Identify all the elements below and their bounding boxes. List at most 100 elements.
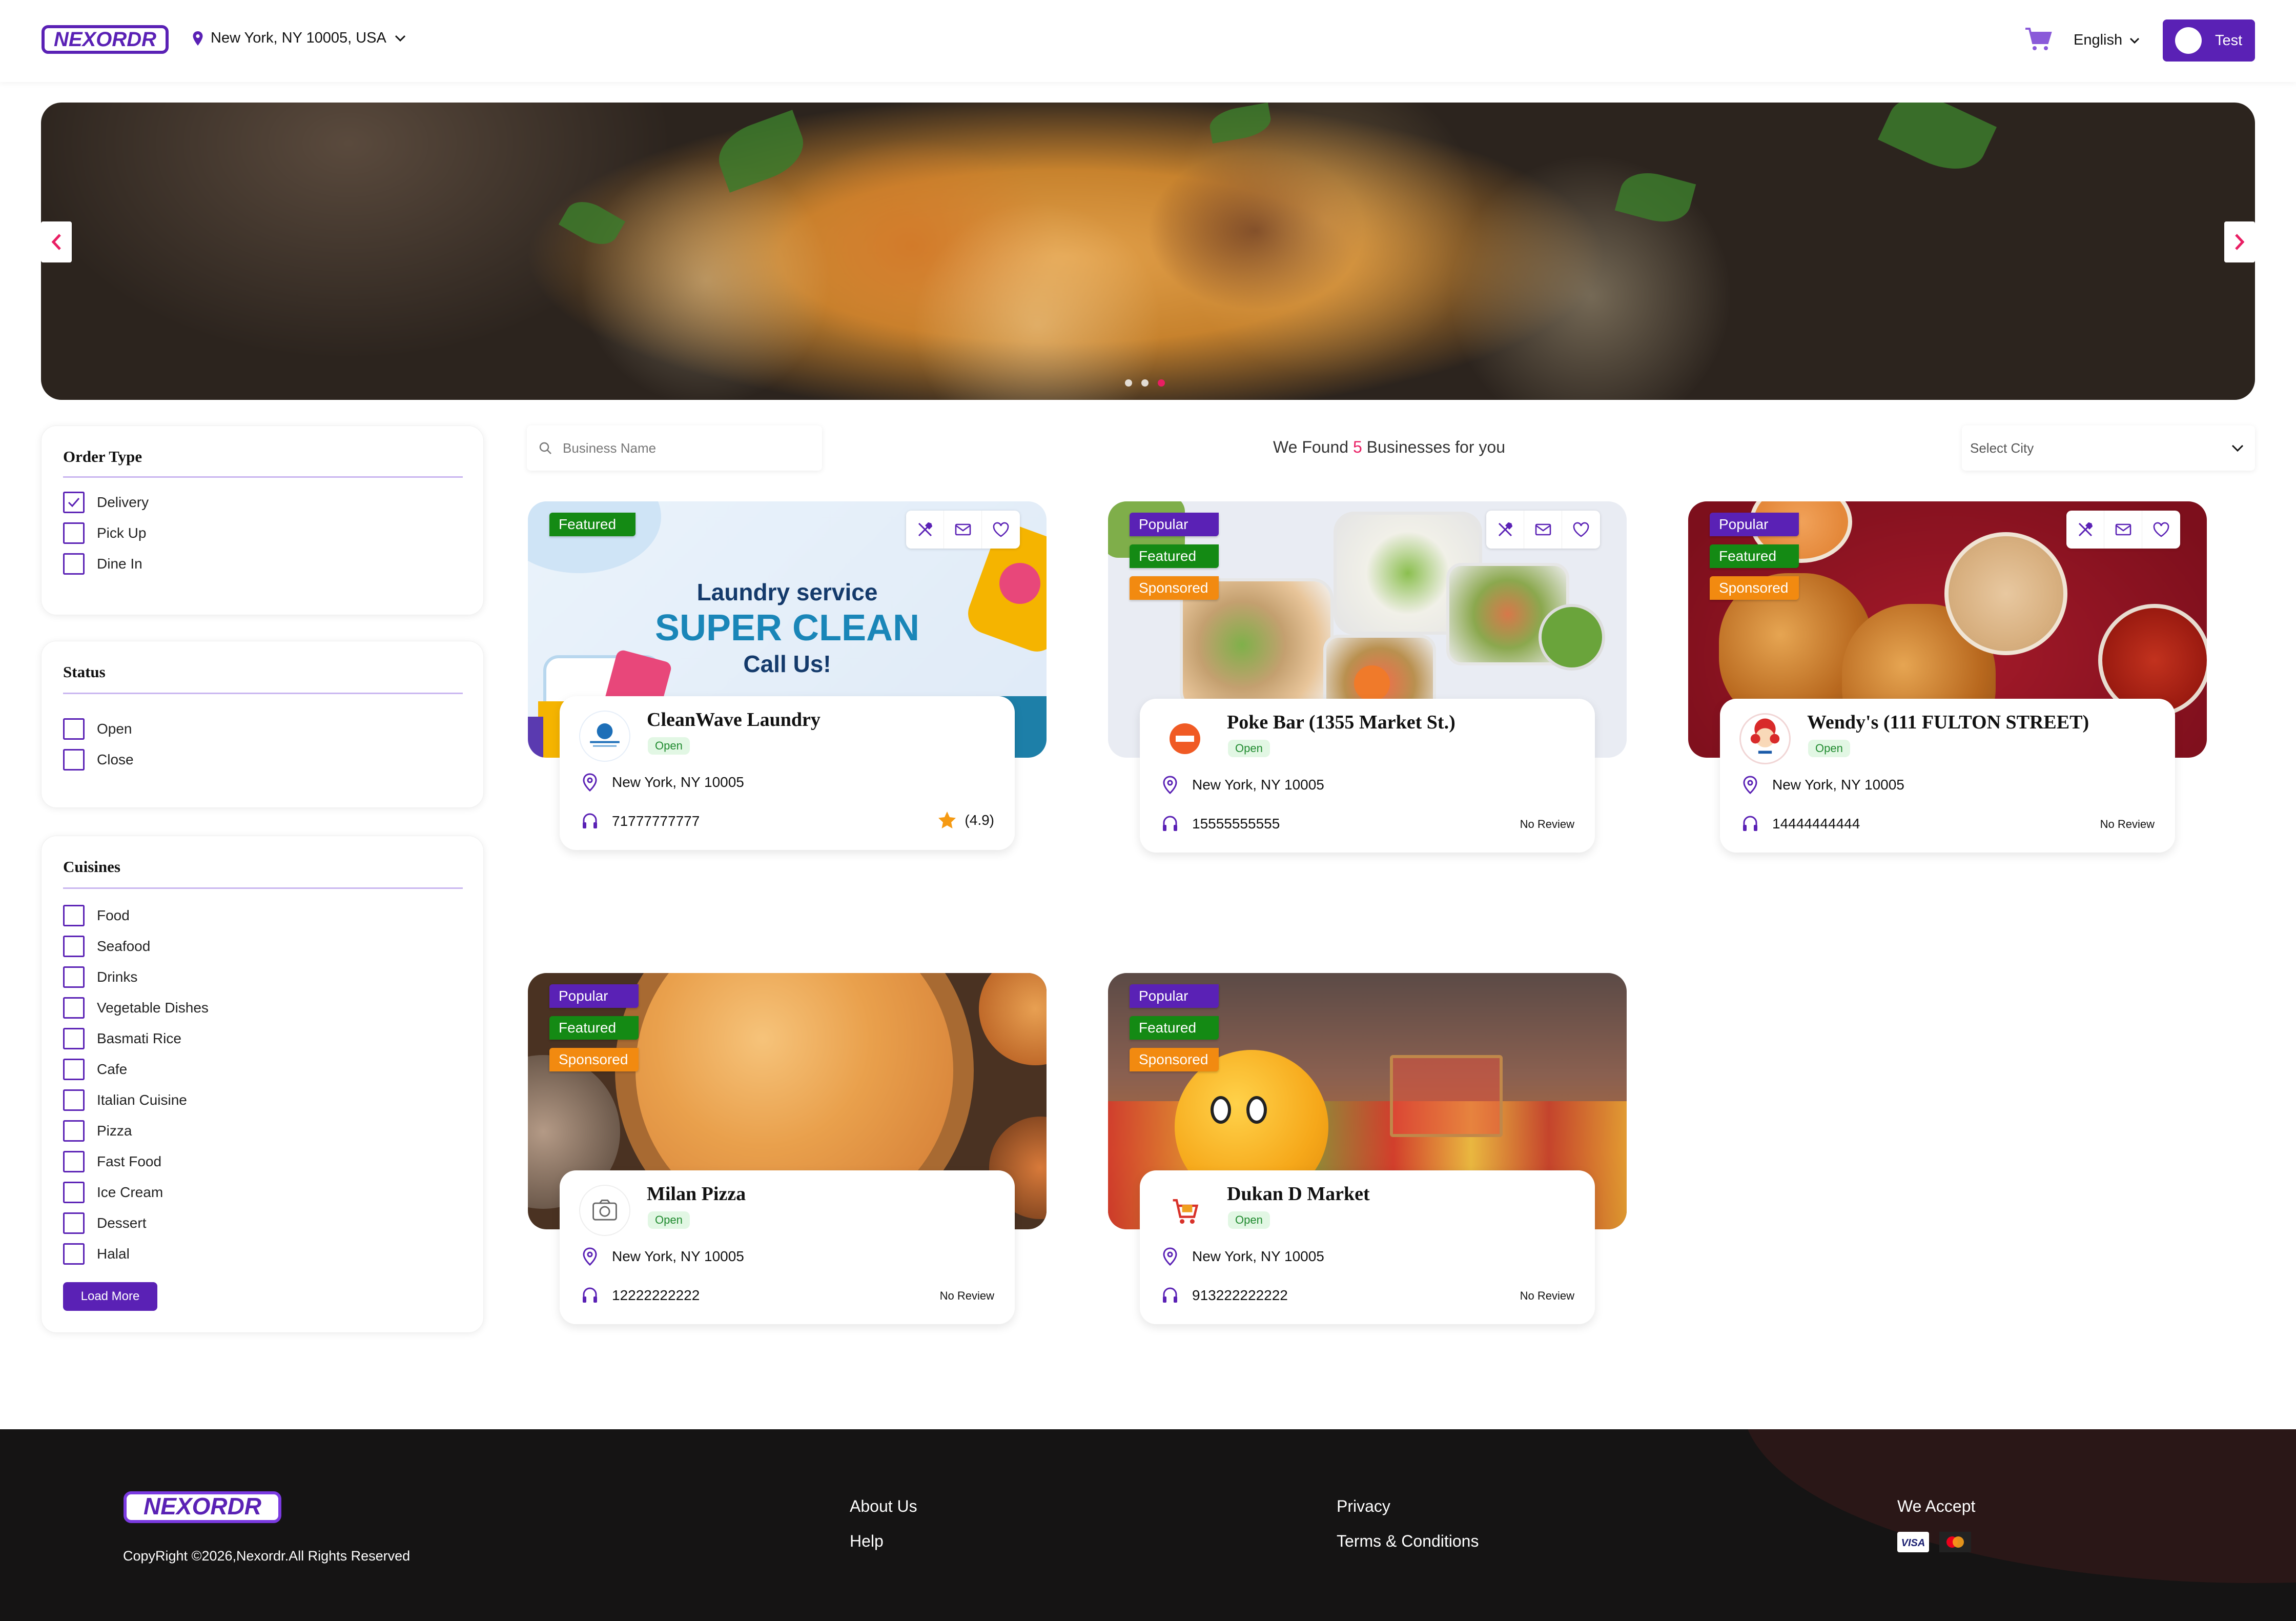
checkbox[interactable] — [63, 1182, 85, 1203]
market-logo-icon — [1173, 1199, 1199, 1224]
user-account-button[interactable]: Test — [2163, 19, 2255, 62]
business-card[interactable]: Popular Featured Sponsored Dukan D Marke… — [1108, 973, 1627, 1342]
message-button[interactable] — [2104, 511, 2142, 549]
pagination-dot[interactable] — [1125, 379, 1132, 387]
message-button[interactable] — [944, 511, 982, 549]
checkbox[interactable] — [63, 1089, 85, 1111]
banner-prev-button[interactable] — [41, 221, 72, 262]
checkbox[interactable] — [63, 749, 85, 771]
business-name[interactable]: CleanWave Laundry — [647, 708, 821, 731]
business-phone: 14444444444 — [1741, 815, 1860, 833]
business-name[interactable]: Dukan D Market — [1227, 1183, 1370, 1205]
favorite-button[interactable] — [982, 511, 1020, 549]
checkbox[interactable] — [63, 997, 85, 1019]
checkbox[interactable] — [63, 1028, 85, 1049]
filter-option-cuisine[interactable]: Drinks — [63, 966, 137, 988]
featured-badge: Featured — [1130, 1016, 1219, 1040]
business-name[interactable]: Wendy's (111 FULTON STREET) — [1807, 711, 2089, 734]
cover-decoration — [528, 717, 543, 758]
phone-text: 913222222222 — [1192, 1287, 1288, 1303]
footer-decoration — [1742, 1429, 2296, 1583]
filter-option-cuisine[interactable]: Pizza — [63, 1120, 132, 1142]
checkbox[interactable] — [63, 1120, 85, 1142]
checkbox[interactable] — [63, 718, 85, 740]
filter-option-pick-up[interactable]: Pick Up — [63, 522, 146, 544]
business-logo — [1159, 713, 1211, 764]
badge-stack: Popular Featured Sponsored — [1130, 513, 1219, 600]
order-type-filter: Order Type Delivery Pick Up Dine In — [41, 425, 484, 615]
filter-option-cuisine[interactable]: Food — [63, 905, 130, 926]
headset-icon — [1163, 816, 1177, 831]
mail-icon — [2115, 523, 2131, 536]
search-input[interactable] — [563, 440, 809, 456]
filter-option-cuisine[interactable]: Vegetable Dishes — [63, 997, 209, 1019]
nexordr-logo[interactable]: NEXORDR — [41, 22, 169, 57]
filter-option-cuisine[interactable]: Dessert — [63, 1212, 146, 1234]
checkbox[interactable] — [63, 1212, 85, 1234]
business-card[interactable]: Laundry service SUPER CLEAN Call Us! Fea… — [528, 501, 1047, 870]
dine-in-button[interactable] — [2066, 511, 2104, 549]
pagination-dot-active[interactable] — [1158, 379, 1165, 387]
filter-option-cuisine[interactable]: Italian Cuisine — [63, 1089, 187, 1111]
filter-option-cuisine[interactable]: Seafood — [63, 936, 150, 957]
checkbox[interactable] — [63, 905, 85, 926]
banner-next-button[interactable] — [2224, 221, 2255, 262]
favorite-button[interactable] — [1562, 511, 1600, 549]
business-name[interactable]: Poke Bar (1355 Market St.) — [1227, 711, 1455, 734]
svg-text:VISA: VISA — [1901, 1537, 1925, 1549]
nexordr-logo[interactable]: NEXORDR — [123, 1488, 282, 1527]
business-phone: 71777777777 — [581, 812, 700, 830]
filter-option-cuisine[interactable]: Cafe — [63, 1059, 127, 1080]
location-selector[interactable]: New York, NY 10005, USA — [192, 30, 406, 47]
headset-icon — [583, 1287, 597, 1303]
filter-option-cuisine[interactable]: Halal — [63, 1243, 130, 1265]
favorite-button[interactable] — [2142, 511, 2180, 549]
language-selector[interactable]: English — [2074, 32, 2140, 49]
checkbox[interactable] — [63, 553, 85, 575]
dine-in-button[interactable] — [906, 511, 944, 549]
message-button[interactable] — [1524, 511, 1562, 549]
utensils-icon — [2078, 522, 2093, 537]
filter-option-cuisine[interactable]: Fast Food — [63, 1151, 161, 1172]
user-name: Test — [2215, 32, 2243, 49]
filter-option-close[interactable]: Close — [63, 749, 134, 771]
checkbox[interactable] — [63, 1243, 85, 1265]
filter-label: Food — [97, 907, 130, 923]
banner-pagination — [1125, 379, 1165, 387]
business-logo — [1159, 1185, 1211, 1236]
pagination-dot[interactable] — [1141, 379, 1149, 387]
checkbox-checked[interactable] — [63, 492, 85, 513]
filter-option-delivery[interactable]: Delivery — [63, 492, 149, 513]
business-search[interactable] — [527, 425, 822, 471]
divider — [63, 693, 463, 694]
checkbox[interactable] — [63, 1151, 85, 1172]
address-text: New York, NY 10005 — [1772, 777, 1904, 793]
footer-link-privacy[interactable]: Privacy — [1337, 1497, 1390, 1516]
status-badge: Open — [1228, 740, 1270, 757]
checkbox[interactable] — [63, 1059, 85, 1080]
business-card[interactable]: Popular Featured Sponsored Wendy's (111 … — [1688, 501, 2207, 870]
business-name[interactable]: Milan Pizza — [647, 1183, 746, 1205]
cart-icon[interactable] — [2024, 27, 2052, 51]
card-actions — [2066, 511, 2180, 549]
footer-link-terms[interactable]: Terms & Conditions — [1337, 1532, 1479, 1551]
cover-decoration — [979, 973, 1047, 1065]
dine-in-button[interactable] — [1486, 511, 1524, 549]
checkbox[interactable] — [63, 522, 85, 544]
city-select[interactable]: Select City — [1962, 425, 2255, 471]
business-card[interactable]: Popular Featured Sponsored Milan Pizza O… — [528, 973, 1047, 1342]
footer-link-about-us[interactable]: About Us — [850, 1497, 917, 1516]
cover-decoration — [1539, 604, 1605, 671]
address-text: New York, NY 10005 — [1192, 777, 1324, 793]
check-icon — [68, 498, 80, 508]
badge-stack: Popular Featured Sponsored — [1130, 984, 1219, 1071]
filter-option-cuisine[interactable]: Ice Cream — [63, 1182, 163, 1203]
checkbox[interactable] — [63, 966, 85, 988]
footer-link-help[interactable]: Help — [850, 1532, 884, 1551]
business-card[interactable]: Popular Featured Sponsored Poke Bar (135… — [1108, 501, 1627, 870]
load-more-button[interactable]: Load More — [63, 1282, 157, 1311]
filter-option-cuisine[interactable]: Basmati Rice — [63, 1028, 181, 1049]
checkbox[interactable] — [63, 936, 85, 957]
filter-option-open[interactable]: Open — [63, 718, 132, 740]
filter-option-dine-in[interactable]: Dine In — [63, 553, 142, 575]
